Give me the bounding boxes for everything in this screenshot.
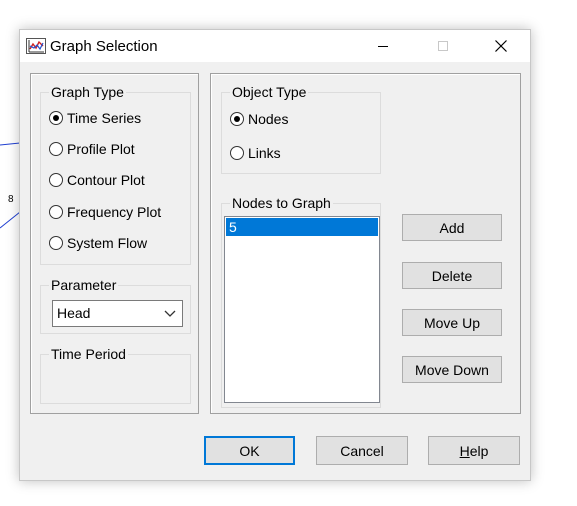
radio-circle[interactable] [230, 146, 244, 160]
object-type-title: Object Type [230, 83, 309, 101]
window-title: Graph Selection [50, 38, 158, 55]
delete-button[interactable]: Delete [402, 262, 502, 289]
parameter-select[interactable]: Head [52, 300, 183, 327]
radio-time-series[interactable]: Time Series [49, 109, 141, 127]
time-period-group: Time Period [40, 345, 191, 404]
graph-icon [26, 38, 46, 54]
radio-links[interactable]: Links [230, 144, 281, 162]
chevron-down-icon [164, 310, 176, 317]
radio-nodes[interactable]: Nodes [230, 110, 288, 128]
ok-button[interactable]: OK [204, 436, 295, 465]
parameter-value: Head [57, 305, 91, 321]
left-panel: Graph Type Time Series Profile Plot Cont… [30, 73, 199, 414]
radio-system-flow[interactable]: System Flow [49, 234, 147, 252]
background-node-label: 8 [8, 194, 14, 205]
help-label: Help [459, 442, 489, 459]
background-network-lines [0, 142, 20, 229]
radio-label: Frequency Plot [67, 204, 162, 220]
maximize-button [420, 30, 466, 62]
time-period-title: Time Period [49, 345, 128, 363]
move-down-button[interactable]: Move Down [402, 356, 502, 383]
radio-circle[interactable] [49, 111, 63, 125]
radio-label: System Flow [67, 235, 148, 251]
graph-type-title: Graph Type [49, 83, 126, 101]
radio-profile-plot[interactable]: Profile Plot [49, 140, 135, 158]
radio-circle[interactable] [49, 236, 63, 250]
radio-circle[interactable] [230, 112, 244, 126]
graph-type-group: Graph Type Time Series Profile Plot Cont… [40, 83, 191, 265]
radio-circle[interactable] [49, 205, 63, 219]
radio-frequency-plot[interactable]: Frequency Plot [49, 203, 161, 221]
radio-label: Contour Plot [67, 172, 145, 188]
object-type-group: Object Type Nodes Links [221, 83, 381, 174]
parameter-group: Parameter Head [40, 276, 191, 334]
cancel-button[interactable]: Cancel [316, 436, 408, 465]
minimize-button[interactable] [360, 30, 406, 62]
help-button[interactable]: Help [428, 436, 520, 465]
radio-label: Time Series [67, 110, 142, 126]
close-button[interactable] [478, 30, 524, 62]
graph-selection-dialog: Graph Selection Graph Type Time Series P… [19, 29, 531, 481]
radio-contour-plot[interactable]: Contour Plot [49, 171, 145, 189]
radio-circle[interactable] [49, 142, 63, 156]
nodes-to-graph-title: Nodes to Graph [230, 194, 333, 212]
minimize-icon [378, 46, 388, 47]
radio-label: Links [248, 145, 281, 161]
add-button[interactable]: Add [402, 214, 502, 241]
nodes-list[interactable]: 5 [224, 216, 380, 403]
nodes-to-graph-group: Nodes to Graph 5 [221, 194, 381, 408]
move-up-button[interactable]: Move Up [402, 309, 502, 336]
radio-label: Nodes [248, 111, 289, 127]
maximize-icon [438, 41, 448, 51]
radio-circle[interactable] [49, 173, 63, 187]
title-bar[interactable]: Graph Selection [20, 30, 530, 62]
right-panel: Object Type Nodes Links Nodes to Graph 5… [210, 73, 521, 414]
radio-label: Profile Plot [67, 141, 135, 157]
close-icon [495, 40, 507, 52]
parameter-title: Parameter [49, 276, 119, 294]
list-item[interactable]: 5 [226, 218, 378, 236]
